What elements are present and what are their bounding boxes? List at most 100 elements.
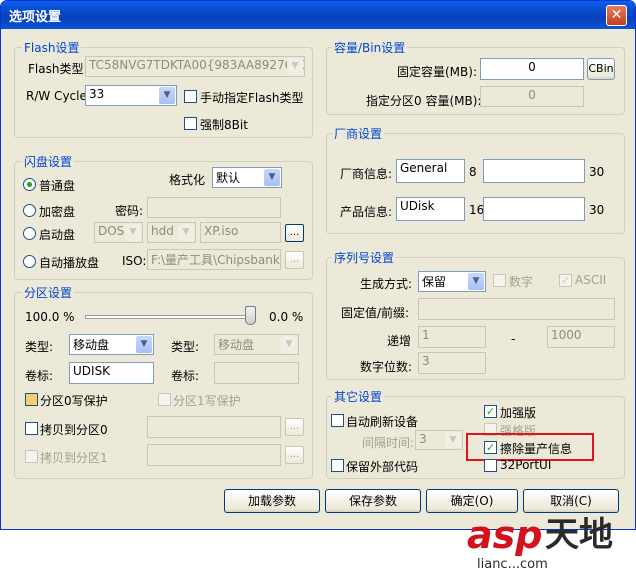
vendor-settings-label: 厂商设置 — [332, 125, 385, 142]
partition0-volume-value: UDISK — [73, 364, 111, 378]
capacity-settings-label: 容量/Bin设置 — [332, 39, 408, 56]
partition-slider-track — [85, 315, 256, 319]
product-extra-input[interactable] — [483, 197, 585, 221]
copy-to-partition0-checkbox[interactable] — [25, 422, 38, 435]
normal-disk-radio[interactable] — [23, 178, 36, 191]
partition0-capacity-input[interactable]: 0 — [480, 86, 584, 107]
normal-disk-label: 普通盘 — [39, 179, 76, 193]
serial-settings-label: 序列号设置 — [332, 249, 397, 266]
serial-mode-label: 生成方式: — [360, 277, 413, 291]
chevron-down-icon: ▼ — [281, 336, 297, 353]
partition1-volume-input[interactable] — [214, 362, 299, 384]
autoplay-disk-radio[interactable] — [23, 255, 36, 268]
keep-external-code-label: 保留外部代码 — [346, 460, 419, 474]
chevron-down-icon: ▼ — [287, 58, 303, 75]
serial-ascii-checkbox[interactable]: ✓ — [559, 274, 572, 287]
enhanced-checkbox[interactable]: ✓ — [484, 405, 497, 418]
auto-refresh-checkbox[interactable] — [331, 414, 344, 427]
partition0-type-value: 移动盘 — [73, 338, 110, 352]
flash-type-label: Flash类型: — [28, 62, 88, 76]
iso-browse-button[interactable]: ... — [285, 251, 304, 269]
partition1-write-protect-label: 分区1写保护 — [173, 394, 241, 408]
fixed-capacity-input[interactable]: 0 — [480, 58, 584, 80]
keep-external-code-checkbox[interactable] — [331, 459, 344, 472]
partition1-type-value: 移动盘 — [218, 338, 255, 352]
interval-label: 间隔时间: — [362, 436, 415, 450]
boot-os-select[interactable]: DOS ▼ — [94, 222, 143, 243]
vendor-info-input[interactable]: General — [396, 159, 465, 183]
serial-mode-value: 保留 — [422, 275, 447, 289]
close-button[interactable]: ✕ — [606, 5, 627, 26]
partition0-capacity-label: 指定分区0 容量(MB): — [366, 94, 482, 108]
partition1-write-protect-checkbox[interactable] — [158, 393, 171, 406]
password-label: 密码: — [115, 204, 144, 218]
fixed-capacity-value: 0 — [528, 60, 536, 74]
rw-cycle-value: 33 — [89, 87, 105, 101]
copy-to-partition0-input[interactable] — [147, 416, 281, 438]
serial-digits-label: 数字位数: — [360, 360, 413, 374]
serial-end-input[interactable]: 1000 — [547, 326, 615, 348]
copy-to-partition1-input[interactable] — [147, 444, 281, 466]
iso-label: ISO: — [122, 254, 147, 268]
format-select[interactable]: 默认 ▼ — [212, 167, 282, 188]
vendor-extra-input[interactable] — [483, 159, 585, 183]
partition0-volume-label: 卷标: — [25, 369, 54, 383]
watermark-url: lianc...com — [477, 557, 548, 572]
copy-to-partition0-label: 拷贝到分区0 — [40, 423, 108, 437]
serial-increment-label: 递增 — [387, 334, 412, 348]
interval-select[interactable]: 3 ▼ — [415, 430, 463, 450]
product-info-max: 30 — [589, 203, 605, 217]
save-params-button[interactable]: 保存参数 — [325, 489, 421, 513]
serial-increment-input[interactable]: 1 — [418, 326, 486, 348]
copy0-browse-button[interactable]: ... — [285, 418, 304, 436]
iso-path-input[interactable]: F:\量产工具\Chipsbank\C — [147, 249, 281, 270]
password-input[interactable] — [147, 197, 281, 218]
flash-settings-label: Flash设置 — [22, 39, 82, 56]
partition0-capacity-value: 0 — [528, 88, 536, 102]
boot-drive-select[interactable]: hdd ▼ — [147, 222, 196, 243]
force-8bit-checkbox[interactable] — [184, 117, 197, 130]
flash-type-value: TC58NVG7TDKTA00{983AA8927650} — [89, 58, 305, 72]
port32-ui-checkbox[interactable] — [484, 459, 497, 472]
partition0-write-protect-label: 分区0写保护 — [40, 394, 108, 408]
load-params-button[interactable]: 加载参数 — [224, 489, 320, 513]
chevron-down-icon: ▼ — [468, 273, 484, 290]
serial-increment-value: 1 — [422, 328, 430, 342]
serial-fixed-label: 固定值/前缀: — [341, 306, 410, 320]
partition0-percent: 100.0 % — [25, 310, 75, 324]
encrypted-disk-radio[interactable] — [23, 204, 36, 217]
partition-slider-thumb[interactable] — [245, 306, 256, 325]
serial-mode-select[interactable]: 保留 ▼ — [418, 271, 486, 292]
vendor-info-length: 8 — [469, 165, 477, 179]
chevron-down-icon: ▼ — [264, 169, 280, 186]
disk-settings-label: 闪盘设置 — [22, 153, 75, 170]
cbin-button[interactable]: CBin — [587, 58, 615, 80]
boot-browse-button[interactable]: ... — [285, 224, 304, 242]
partition0-type-label: 类型: — [25, 340, 54, 354]
manual-flash-checkbox[interactable] — [184, 90, 197, 103]
partition0-write-protect-checkbox[interactable] — [25, 393, 38, 406]
auto-refresh-label: 自动刷新设备 — [346, 415, 419, 429]
partition0-type-select[interactable]: 移动盘 ▼ — [69, 334, 154, 355]
chevron-down-icon: ▼ — [159, 87, 175, 104]
serial-digits-input[interactable]: 3 — [418, 352, 486, 374]
partition1-type-select[interactable]: 移动盘 ▼ — [214, 334, 299, 355]
partition1-volume-label: 卷标: — [171, 369, 200, 383]
serial-end-value: 1000 — [551, 328, 582, 342]
boot-disk-radio[interactable] — [23, 227, 36, 240]
erase-production-info-checkbox[interactable]: ✓ — [484, 441, 497, 454]
boot-os-value: DOS — [98, 224, 125, 238]
product-info-input[interactable]: UDisk — [396, 197, 465, 221]
product-info-value: UDisk — [400, 199, 435, 213]
boot-disk-label: 启动盘 — [39, 228, 76, 242]
boot-file-input[interactable]: XP.iso — [200, 222, 281, 243]
copy1-browse-button[interactable]: ... — [285, 446, 304, 464]
copy-to-partition1-checkbox[interactable] — [25, 450, 38, 463]
partition0-volume-input[interactable]: UDISK — [69, 362, 154, 384]
erase-production-info-label: 擦除量产信息 — [500, 442, 573, 456]
serial-digit-checkbox[interactable] — [493, 274, 506, 287]
flash-type-select[interactable]: TC58NVG7TDKTA00{983AA8927650} ▼ — [85, 56, 305, 77]
rw-cycle-select[interactable]: 33 ▼ — [85, 85, 177, 106]
serial-fixed-input[interactable] — [418, 298, 615, 320]
vendor-info-max: 30 — [589, 165, 605, 179]
